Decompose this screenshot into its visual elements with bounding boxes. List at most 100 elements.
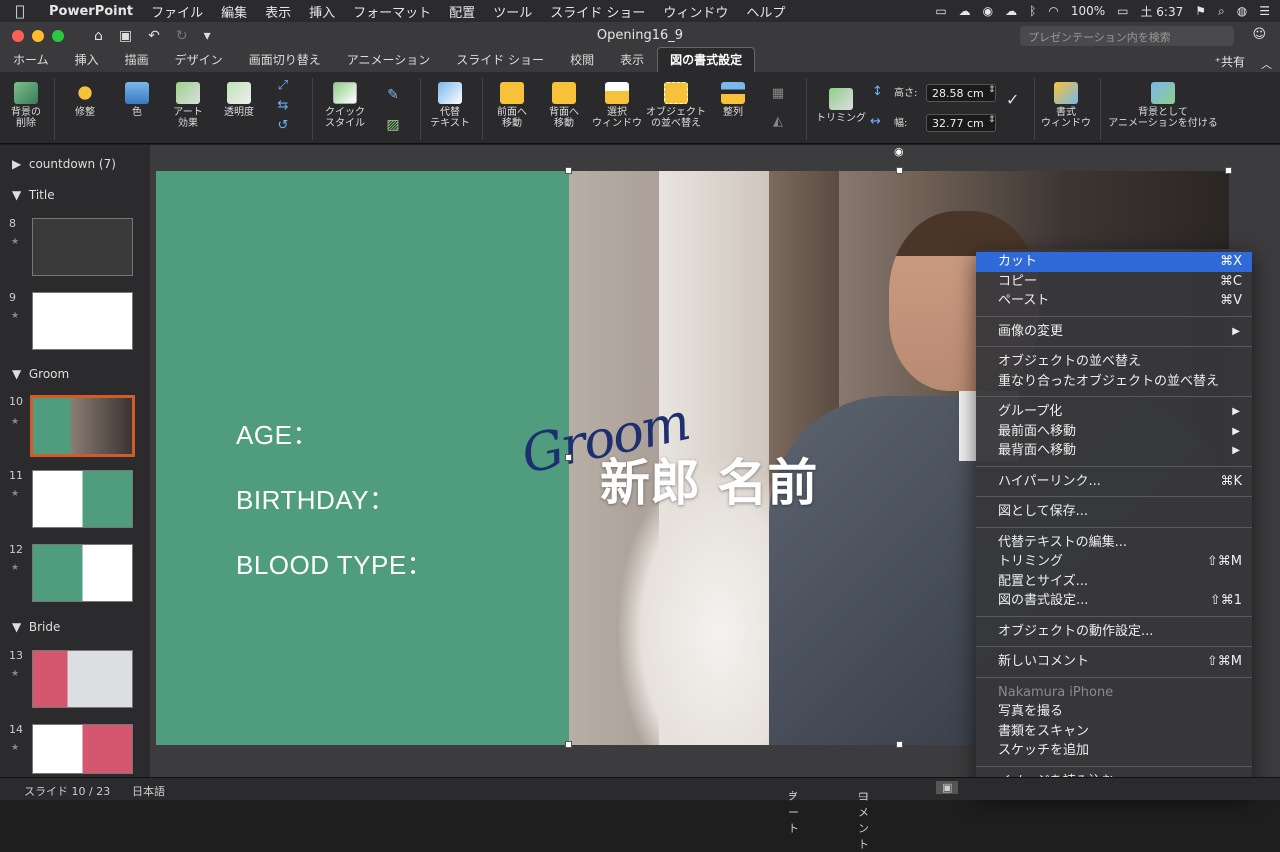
apple-menu-icon[interactable]:  xyxy=(0,2,40,20)
menu-tools[interactable]: ツール xyxy=(484,2,541,21)
bring-forward-button[interactable]: 前面へ 移動 xyxy=(490,78,534,129)
selection-handle[interactable] xyxy=(565,741,572,748)
selection-pane-button[interactable]: 選択 ウィンドウ xyxy=(592,78,642,129)
tab-picture-format[interactable]: 図の書式設定 xyxy=(657,47,756,72)
picture-border-icon[interactable]: ✎ xyxy=(378,80,408,110)
notification-center-icon[interactable]: ☰ xyxy=(1259,4,1270,18)
slide-thumbnail-14[interactable] xyxy=(32,724,133,774)
menu-edit[interactable]: 編集 xyxy=(212,2,256,21)
tab-design[interactable]: デザイン xyxy=(162,51,236,72)
tab-slideshow[interactable]: スライド ショー xyxy=(443,51,557,72)
picture-border-effects-buttons[interactable]: ✎ ▨ xyxy=(378,80,408,140)
bluetooth-icon[interactable]: ᛒ xyxy=(1029,4,1036,18)
group-rotate-buttons[interactable]: ▦ ◭ xyxy=(764,80,792,136)
normal-view-icon[interactable]: ▣ xyxy=(936,781,959,794)
monitor-icon[interactable]: ▭ xyxy=(935,4,946,18)
menu-item-paste[interactable]: ペースト ⌘V xyxy=(976,291,1252,311)
menu-slideshow[interactable]: スライド ショー xyxy=(541,2,654,21)
quick-styles-button[interactable]: クイック スタイル xyxy=(320,78,370,129)
close-window-button[interactable] xyxy=(12,30,24,42)
tab-view[interactable]: 表示 xyxy=(607,51,657,72)
menu-item-take-photo[interactable]: 写真を撮る xyxy=(976,702,1252,722)
menu-item-hyperlink[interactable]: ハイパーリンク... ⌘K xyxy=(976,472,1252,492)
menu-item-position-size[interactable]: 配置とサイズ... xyxy=(976,572,1252,592)
menu-item-scan-documents[interactable]: 書類をスキャン xyxy=(976,722,1252,742)
group-icon[interactable]: ▦ xyxy=(764,80,792,108)
arrange-objects-button[interactable]: オブジェクト の並べ替え xyxy=(646,78,706,129)
menu-item-copy[interactable]: コピー ⌘C xyxy=(976,272,1252,292)
menu-item-action-settings[interactable]: オブジェクトの動作設定... xyxy=(976,622,1252,642)
creative-cloud-icon[interactable]: ☁ xyxy=(959,4,971,18)
alt-text-button[interactable]: 代替 テキスト xyxy=(428,78,472,129)
change-picture-icon[interactable]: ⇆ xyxy=(270,96,296,116)
section-bride[interactable]: ▼ Bride xyxy=(12,620,60,634)
tab-transitions[interactable]: 画面切り替え xyxy=(236,51,334,72)
remove-background-button[interactable]: 背景の 削除 xyxy=(6,78,46,129)
green-panel[interactable] xyxy=(156,171,569,745)
spotlight-search-icon[interactable]: ⌕ xyxy=(1218,4,1225,19)
search-input[interactable]: プレゼンテーション内を検索 xyxy=(1020,26,1234,46)
selection-handle[interactable] xyxy=(896,167,903,174)
tab-review[interactable]: 校閲 xyxy=(557,51,607,72)
compress-picture-icon[interactable]: ⤢ xyxy=(270,76,296,96)
transparency-button[interactable]: 透明度 xyxy=(218,78,260,118)
flag-icon[interactable]: ⚑ xyxy=(1195,4,1206,18)
menu-format[interactable]: フォーマット xyxy=(344,2,440,21)
selection-handle[interactable] xyxy=(565,167,572,174)
menu-item-cut[interactable]: カット ⌘X xyxy=(976,252,1252,272)
menu-item-arrange-objects[interactable]: オブジェクトの並べ替え xyxy=(976,352,1252,372)
slide-thumbnail-13[interactable] xyxy=(32,650,133,708)
slide-thumbnail-9[interactable] xyxy=(32,292,133,350)
menu-item-add-sketch[interactable]: スケッチを追加 xyxy=(976,741,1252,761)
customize-toolbar-icon[interactable]: ▾ xyxy=(204,28,211,44)
format-pane-button[interactable]: 書式 ウィンドウ xyxy=(1040,78,1092,129)
account-icon[interactable]: ☺ xyxy=(1252,27,1266,42)
wifi-sync-icon[interactable]: ◉ xyxy=(983,4,993,18)
menu-item-save-as-picture[interactable]: 図として保存... xyxy=(976,502,1252,522)
menu-item-edit-alt-text[interactable]: 代替テキストの編集... xyxy=(976,533,1252,553)
menu-file[interactable]: ファイル xyxy=(142,2,212,21)
picture-effects-icon[interactable]: ▨ xyxy=(378,110,408,140)
rotate-handle-icon[interactable]: ◉ xyxy=(894,145,904,158)
undo-icon[interactable]: ↶ xyxy=(148,28,160,44)
width-stepper[interactable]: ⇕ xyxy=(988,115,996,126)
menu-window[interactable]: ウィンドウ xyxy=(654,2,737,21)
clock[interactable]: 土 6:37 xyxy=(1140,3,1183,20)
width-field[interactable]: 32.77 cm xyxy=(926,114,996,132)
height-stepper[interactable]: ⇕ xyxy=(988,85,996,96)
zoom-window-button[interactable] xyxy=(52,30,64,42)
age-label[interactable]: AGE： xyxy=(236,415,319,452)
crop-button[interactable]: トリミング xyxy=(814,84,868,124)
slide-thumbnail-10[interactable] xyxy=(30,395,135,457)
menu-insert[interactable]: 挿入 xyxy=(300,2,344,21)
cloud-upload-icon[interactable]: ☁ xyxy=(1005,4,1017,18)
menu-item-bring-to-front[interactable]: 最前面へ移動 ▶ xyxy=(976,422,1252,442)
menu-item-arrange-overlapping[interactable]: 重なり合ったオブジェクトの並べ替え xyxy=(976,372,1252,392)
rotate-icon[interactable]: ◭ xyxy=(764,108,792,136)
minimize-window-button[interactable] xyxy=(32,30,44,42)
selection-handle[interactable] xyxy=(896,741,903,748)
menu-view[interactable]: 表示 xyxy=(256,2,300,21)
section-countdown[interactable]: ▶ countdown (7) xyxy=(12,157,116,171)
menu-item-crop[interactable]: トリミング ⇧⌘M xyxy=(976,552,1252,572)
selection-handle[interactable] xyxy=(565,454,572,461)
blood-type-label[interactable]: BLOOD TYPE： xyxy=(236,545,433,582)
slide-thumbnail-8[interactable] xyxy=(32,218,133,276)
save-icon[interactable]: ▣ xyxy=(119,28,132,44)
groom-name-text[interactable]: 新郎 名前 xyxy=(600,443,817,515)
home-icon[interactable]: ⌂ xyxy=(94,28,103,44)
share-button[interactable]: ⁺共有 xyxy=(1215,53,1245,70)
align-button[interactable]: 整列 xyxy=(714,78,752,118)
section-title[interactable]: ▼ Title xyxy=(12,188,55,202)
corrections-button[interactable]: 修整 xyxy=(64,78,106,118)
menu-item-group[interactable]: グループ化 ▶ xyxy=(976,402,1252,422)
send-backward-button[interactable]: 背面へ 移動 xyxy=(542,78,586,129)
menu-item-change-picture[interactable]: 画像の変更 ▶ xyxy=(976,322,1252,342)
color-button[interactable]: 色 xyxy=(118,78,156,118)
language-indicator[interactable]: 日本語 xyxy=(132,783,165,799)
animate-as-background-button[interactable]: 背景として アニメーションを付ける xyxy=(1106,78,1220,129)
height-field[interactable]: 28.58 cm xyxy=(926,84,996,102)
wifi-icon[interactable]: ◠ xyxy=(1048,4,1058,18)
menu-item-send-to-back[interactable]: 最背面へ移動 ▶ xyxy=(976,441,1252,461)
section-groom[interactable]: ▼ Groom xyxy=(12,367,69,381)
